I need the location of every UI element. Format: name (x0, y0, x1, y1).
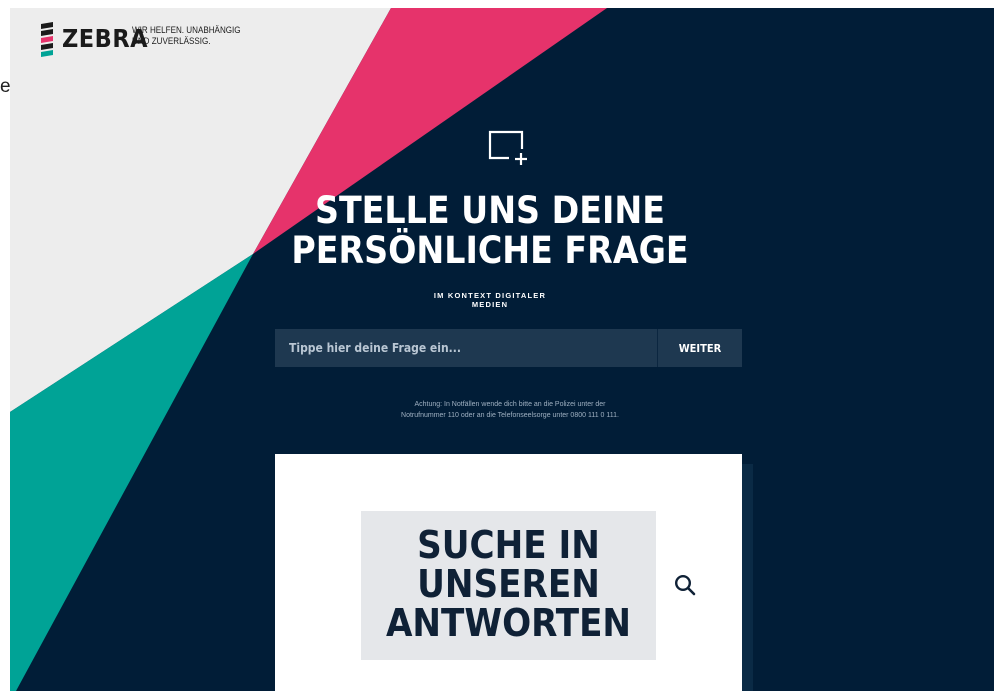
brand-tagline-line: UND ZUVERLÄSSIG. (132, 36, 211, 47)
emergency-note: Achtung: In Notfällen wende dich bitte a… (340, 399, 680, 421)
emergency-note-line: Notrufnummer 110 oder an die Telefonseel… (401, 412, 619, 419)
page-subtitle-line: MEDIEN (471, 300, 509, 309)
emergency-note-line: Achtung: In Notfällen wende dich bitte a… (414, 401, 606, 408)
brand-tagline: WIR HELFEN. UNABHÄNGIG UND ZUVERLÄSSIG. (132, 25, 241, 47)
page-title-line: PERSÖNLICHE FRAGE (291, 229, 689, 272)
search-heading-line: SUCHE IN (417, 523, 600, 567)
search-card-shadow (742, 464, 753, 691)
page-subtitle-line: IM KONTEXT DIGITALER (433, 291, 547, 300)
page-title: STELLE UNS DEINE PERSÖNLICHE FRAGE (260, 191, 720, 271)
page-viewport: ZEBRA WIR HELFEN. UNABHÄNGIG UND ZUVERLÄ… (10, 8, 994, 691)
search-heading-line: ANTWORTEN (385, 601, 632, 645)
page-subtitle: IM KONTEXT DIGITALER MEDIEN (410, 291, 570, 309)
question-form: WEITER (275, 329, 742, 367)
search-card: SUCHE IN UNSEREN ANTWORTEN (275, 454, 742, 691)
weiter-button[interactable]: WEITER (658, 329, 742, 367)
page-title-line: STELLE UNS DEINE (315, 189, 665, 232)
zebra-logo-icon (41, 22, 53, 57)
search-heading-line: UNSEREN (417, 562, 600, 606)
stray-text-fragment: e (0, 76, 11, 97)
question-input[interactable] (275, 329, 657, 367)
search-heading[interactable]: SUCHE IN UNSEREN ANTWORTEN (361, 511, 656, 660)
brand-tagline-line: WIR HELFEN. UNABHÄNGIG (132, 25, 241, 36)
add-question-icon (488, 130, 527, 165)
search-icon[interactable] (674, 574, 696, 596)
